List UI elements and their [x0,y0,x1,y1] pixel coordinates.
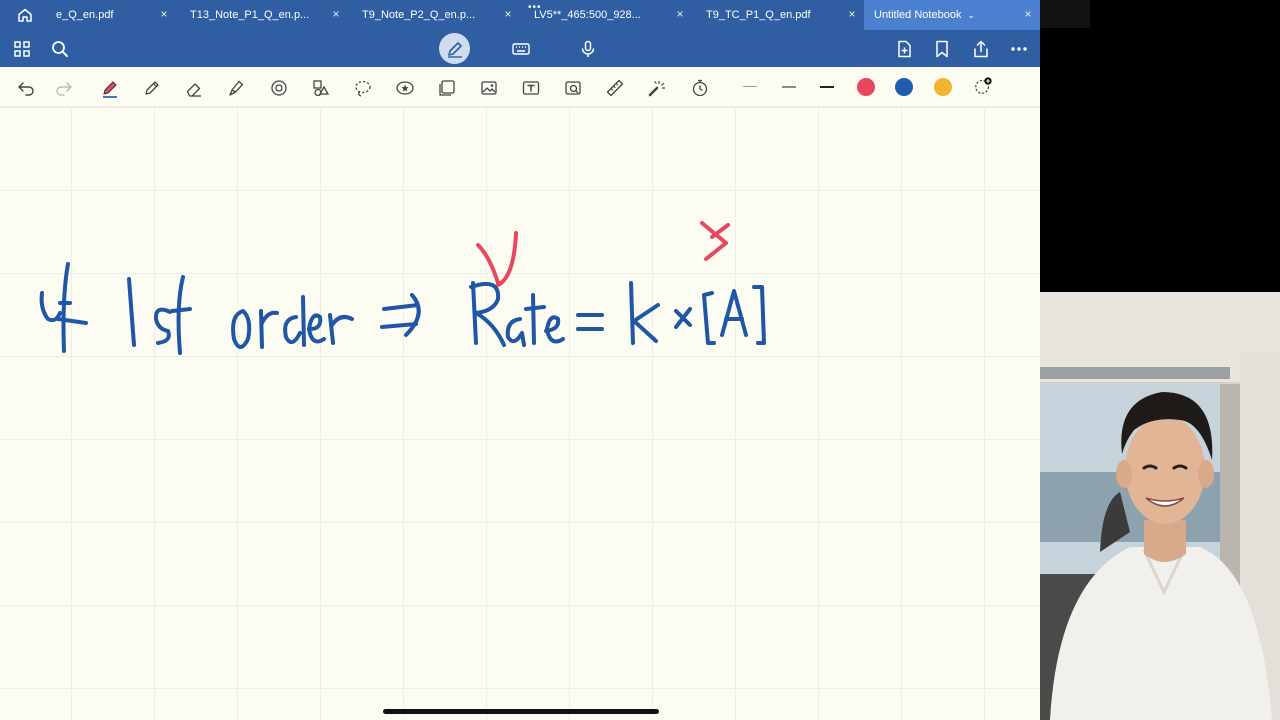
color-swatch-yellow[interactable] [934,78,952,96]
tab-label: LV5**_465:500_928... [534,9,641,21]
undo-icon [18,82,34,96]
lasso-icon [355,80,371,97]
add-page-icon [898,40,911,58]
tab-bar: e_Q_en.pdf × T13_Note_P1_Q_en.p... × T9_… [0,0,1040,30]
handwritten-equation [39,221,766,355]
laser-pointer-icon [648,81,665,97]
stroke-width-thin[interactable] [743,86,757,87]
image-tool[interactable] [477,76,501,100]
pencil-tool[interactable] [140,76,164,100]
pencil-icon [447,41,462,58]
eraser-icon [186,83,201,97]
elements-tool[interactable] [309,76,333,100]
top-toolbar [0,30,1040,67]
bookmark-button[interactable] [929,36,955,62]
ruler-tool[interactable] [603,76,627,100]
tab-label: T9_Note_P2_Q_en.p... [362,9,476,21]
home-button[interactable] [0,0,50,30]
search-button[interactable] [47,36,73,62]
laser-pointer-tool[interactable] [645,76,669,100]
tab-close-button[interactable]: × [502,8,514,20]
text-box-icon [522,81,540,95]
notebook-app: e_Q_en.pdf × T13_Note_P1_Q_en.p... × T9_… [0,0,1040,720]
shapes-icon [271,80,287,96]
bookmark-icon [936,40,948,58]
tab-close-button[interactable]: × [674,8,686,20]
tab-label: T9_TC_P1_Q_en.pdf [706,9,811,21]
more-icon [1011,47,1027,51]
stroke-width-thick[interactable] [820,86,834,88]
tab-overflow-area [1040,0,1090,28]
pen-tool[interactable] [98,76,122,100]
tab-3[interactable]: T9_Note_P2_Q_en.p... × [348,0,520,30]
tab-close-button[interactable]: × [330,8,342,20]
share-icon [974,40,988,58]
sticker-icon [396,81,414,95]
timer-tool[interactable] [688,76,712,100]
highlighter-icon [229,80,244,96]
pen-mode-button[interactable] [439,33,470,64]
drag-handle[interactable]: ••• [528,2,542,13]
tab-5[interactable]: T9_TC_P1_Q_en.pdf × [692,0,864,30]
webcam-video [1040,292,1280,720]
tab-4[interactable]: ••• LV5**_465:500_928... × [520,0,692,30]
note-canvas[interactable] [0,107,1040,720]
microphone-button[interactable] [575,36,601,62]
tab-label: T13_Note_P1_Q_en.p... [190,9,310,21]
tab-active[interactable]: Untitled Notebook ⌄ × [864,0,1040,30]
grid-icon [14,41,30,57]
redo-button[interactable] [52,76,76,100]
redo-icon [56,82,72,96]
ruler-icon [606,79,624,97]
grid-button[interactable] [9,36,35,62]
more-button[interactable] [1006,36,1032,62]
search-icon [52,41,68,57]
tab-1[interactable]: e_Q_en.pdf × [50,0,176,30]
scan-icon [565,81,581,95]
keyboard-button[interactable] [508,36,534,62]
text-tool[interactable] [519,76,543,100]
undo-button[interactable] [14,76,38,100]
presenter-video-frame [1040,292,1280,720]
screenshot-tool[interactable] [435,76,459,100]
tab-close-button[interactable]: × [158,8,170,20]
add-page-button[interactable] [891,36,917,62]
eraser-tool[interactable] [182,76,206,100]
pencil-icon [145,81,159,95]
microphone-icon [581,40,595,57]
chevron-down-icon[interactable]: ⌄ [967,10,975,21]
tab-2[interactable]: T13_Note_P1_Q_en.p... × [176,0,348,30]
shapes-tool[interactable] [267,76,291,100]
elements-icon [313,80,330,97]
tab-close-button[interactable]: × [846,8,858,20]
tab-label: e_Q_en.pdf [56,9,114,21]
tools-toolbar [0,67,1040,107]
stickers-tool[interactable] [393,76,417,100]
home-icon [18,8,32,22]
timer-icon [692,79,708,97]
highlighter-tool[interactable] [224,76,248,100]
add-color-icon [975,77,992,94]
keyboard-icon [512,43,530,55]
screenshot-icon [439,80,455,96]
color-swatch-red[interactable] [857,78,875,96]
tab-label: Untitled Notebook [874,9,962,21]
pen-icon [103,81,117,98]
share-button[interactable] [968,36,994,62]
tab-close-button[interactable]: × [1022,8,1034,20]
add-color-button[interactable] [971,74,995,98]
stroke-width-medium[interactable] [782,86,796,88]
color-swatch-blue[interactable] [895,78,913,96]
lasso-tool[interactable] [351,76,375,100]
image-icon [481,81,497,95]
home-indicator[interactable] [383,709,659,714]
scan-tool[interactable] [561,76,585,100]
